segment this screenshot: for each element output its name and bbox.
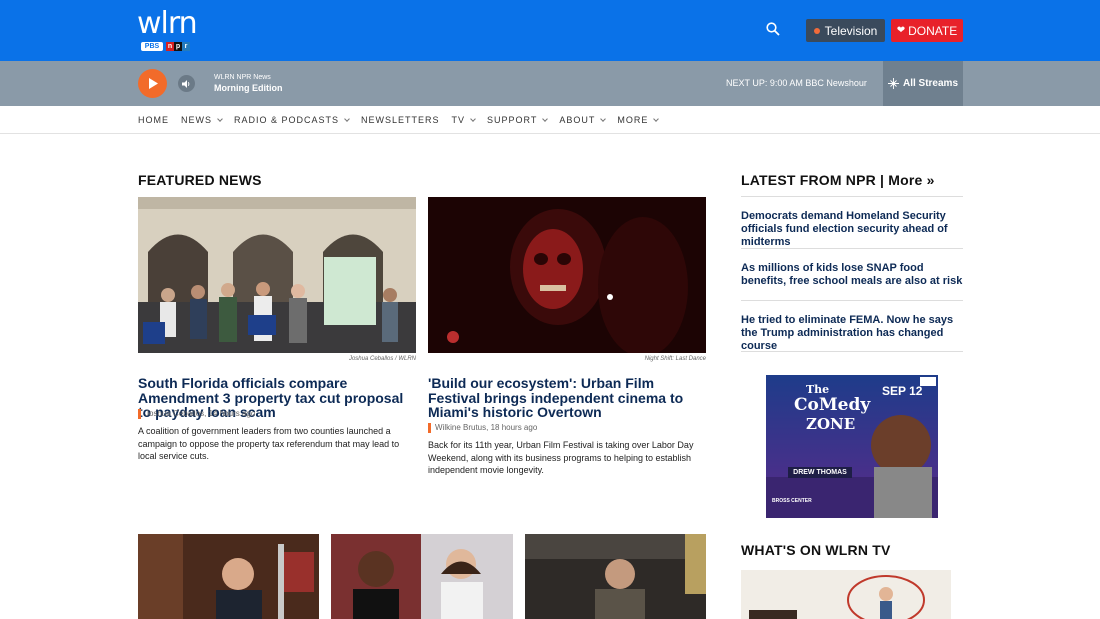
next-up-label: NEXT UP:: [726, 78, 768, 88]
story-headline[interactable]: 'Build our ecosystem': Urban Film Festiv…: [428, 376, 706, 420]
chevron-down-icon: [653, 115, 660, 122]
play-icon: [148, 78, 158, 89]
ad-title-line3: ZONE: [806, 415, 856, 433]
next-up: NEXT UP: 9:00 AM BBC Newshour: [726, 78, 867, 88]
television-button-label: Television: [824, 23, 878, 38]
npr-story-link[interactable]: Democrats demand Homeland Security offic…: [741, 196, 963, 248]
nav-more[interactable]: MORE: [617, 115, 660, 125]
nav-newsletters[interactable]: NEWSLETTERS: [361, 115, 440, 125]
chevron-down-icon: [600, 115, 607, 122]
site-logo[interactable]: wlrn: [137, 8, 198, 40]
photo-credit: Night Shift: Last Dance: [644, 356, 706, 362]
wlrn-tv-heading: WHAT'S ON WLRN TV: [741, 542, 891, 558]
chevron-down-icon: [470, 115, 476, 122]
photo-credit: Joshua Ceballos / WLRN: [348, 356, 416, 362]
station-name: WLRN NPR News: [214, 74, 271, 81]
npr-letter: n: [166, 42, 174, 51]
donate-button-label: DONATE: [908, 23, 958, 38]
nav-label: NEWSLETTERS: [361, 115, 440, 125]
advertisement[interactable]: The CoMedy ZONE SEP 12 DREW THOMAS BROSS…: [766, 375, 938, 518]
volume-button[interactable]: [178, 75, 195, 92]
partner-logos: PBS n p r: [141, 42, 190, 51]
nav-home[interactable]: HOME: [138, 115, 169, 125]
story-photo[interactable]: [428, 197, 706, 353]
story-byline: Joshua Ceballos, 14 hours ago: [138, 409, 255, 419]
tv-promo-image[interactable]: [741, 570, 951, 619]
npr-logo: n p r: [166, 42, 190, 51]
nav-label: HOME: [138, 115, 169, 125]
heart-icon: ❤: [896, 25, 906, 36]
npr-story-link[interactable]: As millions of kids lose SNAP food benef…: [741, 248, 963, 300]
story-photo[interactable]: [138, 197, 416, 353]
npr-latest-heading[interactable]: LATEST FROM NPR | More »: [741, 172, 935, 188]
npr-letter: r: [182, 42, 190, 51]
story-photo[interactable]: [138, 534, 319, 619]
ad-performer: DREW THOMAS: [788, 467, 852, 478]
story-photo[interactable]: [525, 534, 706, 619]
story-photo[interactable]: [331, 534, 513, 619]
program-name: Morning Edition: [214, 83, 283, 93]
story-teaser: Back for its 11th year, Urban Film Festi…: [428, 440, 694, 475]
donate-button[interactable]: ❤ DONATE: [891, 19, 963, 42]
nav-radio-podcasts[interactable]: RADIO & PODCASTS: [234, 115, 350, 125]
broadcast-icon: [887, 78, 899, 89]
story-byline: Wilkine Brutus, 18 hours ago: [428, 423, 537, 433]
chevron-down-icon: [217, 115, 223, 122]
nav-label: NEWS: [181, 115, 212, 125]
chevron-down-icon: [542, 115, 549, 122]
featured-news-heading: FEATURED NEWS: [138, 172, 262, 188]
all-streams-button[interactable]: All Streams: [883, 61, 963, 106]
npr-letter: p: [174, 42, 182, 51]
ad-title-line2: CoMedy: [794, 395, 871, 415]
main-nav: HOME NEWS RADIO & PODCASTS NEWSLETTERS T…: [0, 106, 1100, 134]
nav-news[interactable]: NEWS: [181, 115, 223, 125]
ad-venue: BROSS CENTER: [772, 498, 812, 504]
nav-label: SUPPORT: [487, 115, 538, 125]
chevron-down-icon: [344, 115, 350, 122]
npr-latest-list: Democrats demand Homeland Security offic…: [741, 196, 963, 352]
nav-label: ABOUT: [559, 115, 596, 125]
npr-story-link[interactable]: He tried to eliminate FEMA. Now he says …: [741, 300, 963, 352]
ad-date: SEP 12: [882, 384, 923, 398]
search-icon[interactable]: [766, 22, 784, 40]
audio-player-bar: WLRN NPR News Morning Edition NEXT UP: 9…: [0, 61, 1100, 106]
story-teaser: A coalition of government leaders from t…: [138, 426, 400, 461]
nav-tv[interactable]: TV: [452, 115, 476, 125]
live-dot-icon: [813, 27, 820, 34]
nav-label: MORE: [617, 115, 649, 125]
volume-icon: [182, 79, 190, 88]
television-button[interactable]: Television: [806, 19, 885, 42]
nav-about[interactable]: ABOUT: [559, 115, 607, 125]
pbs-logo: PBS: [141, 42, 163, 51]
next-up-value: 9:00 AM BBC Newshour: [769, 78, 867, 88]
all-streams-label: All Streams: [902, 78, 959, 89]
nav-label: RADIO & PODCASTS: [234, 115, 340, 125]
site-header: wlrn PBS n p r Television ❤ DONATE: [0, 0, 1100, 61]
play-button[interactable]: [138, 69, 167, 98]
nav-support[interactable]: SUPPORT: [487, 115, 549, 125]
nav-label: TV: [451, 115, 466, 125]
